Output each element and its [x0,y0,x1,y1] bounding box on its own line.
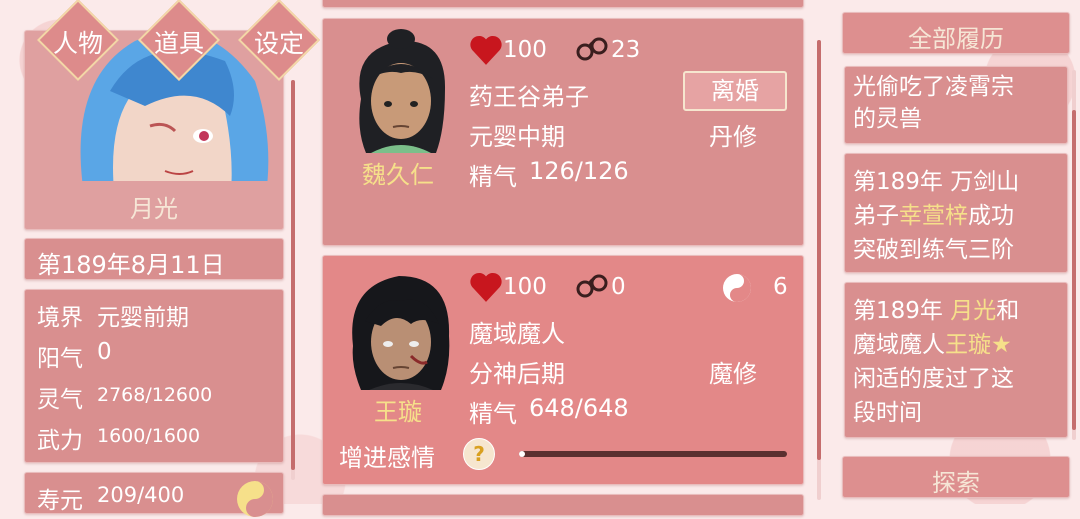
spirit-label: 灵气 [37,387,83,413]
spirit-value: 2768/12600 [97,384,213,406]
handcuffs-icon [576,37,608,61]
yin-yang-icon [237,481,273,517]
affection-label: 增进感情 [339,444,435,472]
character-name-link: 幸萱梓 [899,203,968,229]
yang-value: 0 [97,339,112,365]
character-name-link: 王璇★ [945,332,1012,358]
history-entry-2-line1: 第189年 万剑山 [853,169,1020,195]
companion-2-hp: 100 [503,274,547,300]
history-header[interactable]: 全部履历 [842,12,1070,54]
card-top-edge [322,0,804,8]
nav-characters-button[interactable]: 人物 [33,24,123,60]
nav-settings-button[interactable]: 设定 [234,24,324,60]
current-date: 第189年8月11日 [37,251,225,279]
companion-1-bond: 23 [611,37,641,63]
companion-1-essence-value: 126/126 [529,157,629,185]
yin-yang-icon [723,274,751,302]
lifespan-label: 寿元 [37,488,83,514]
nav-items-button[interactable]: 道具 [134,24,224,60]
companion-2-essence-label: 精气 [469,400,517,428]
history-text: 魔域魔人 [853,332,945,358]
yang-label: 阳气 [37,346,83,372]
card-bottom-edge [322,494,804,516]
history-entry-2: 第189年 万剑山 弟子幸萱梓成功 突破到练气三阶 [844,153,1068,273]
explore-button[interactable]: 探索 [842,456,1070,498]
companion-1-stage: 元婴中期 [469,123,565,151]
companion-2-yin-yang-value: 6 [773,274,788,300]
character-name-link: 月光 [950,298,997,324]
affection-slider[interactable] [519,451,787,457]
history-text: 成功 [968,203,1014,229]
divorce-button-label: 离婚 [711,77,759,105]
force-value: 1600/1600 [97,425,201,447]
lifespan-panel: 寿元 209/400 [24,472,284,517]
companion-2-identity: 魔域魔人 [469,320,565,348]
heart-icon [470,35,502,65]
companion-2-bond: 0 [611,274,626,300]
companion-2-essence-value: 648/648 [529,394,629,422]
history-entry-1: 光偷吃了凌霄宗 的灵兽 [844,66,1068,144]
companion-2-name: 王璇 [374,398,422,426]
handcuffs-icon [576,274,608,298]
realm-value: 元婴前期 [97,305,189,331]
history-entry-3-line1: 第189年 月光和 [853,291,1019,325]
realm-label: 境界 [37,305,83,331]
companion-1-name: 魏久仁 [362,161,434,189]
left-scrollbar-thumb[interactable] [291,80,295,470]
player-name: 月光 [130,195,178,223]
history-entry-3-line3: 闲适的度过了这 [853,366,1014,392]
history-entry-3-line2: 魔域魔人王璇★ [853,325,1012,359]
companion-1-essence-label: 精气 [469,163,517,191]
companion-1-identity: 药王谷弟子 [469,83,589,111]
companion-1-portrait [359,29,446,153]
companion-2-portrait [352,276,450,390]
stats-panel: 境界 元婴前期 阳气 0 灵气 2768/12600 武力 1600/1600 [24,289,284,463]
help-button[interactable]: ? [463,438,495,470]
lifespan-value: 209/400 [97,483,185,507]
history-entry-1-line2: 的灵兽 [853,106,922,132]
history-text: 弟子 [853,203,899,229]
companion-2-path: 魔修 [709,360,757,388]
history-title: 全部履历 [908,25,1004,53]
history-entry-2-line2: 弟子幸萱梓成功 [853,196,1014,230]
history-entry-2-line3: 突破到练气三阶 [853,237,1014,263]
heart-icon [470,272,502,302]
right-scrollbar-thumb[interactable] [1072,110,1076,430]
explore-button-label: 探索 [932,469,980,497]
companion-2-stage: 分神后期 [469,360,565,388]
history-entry-1-line1: 光偷吃了凌霄宗 [853,74,1014,100]
history-text: 第189年 [853,298,951,324]
middle-scrollbar-thumb[interactable] [817,40,821,460]
companion-card-1[interactable]: 魏久仁 100 23 药王谷弟子 离婚 元婴中期 丹修 精气 126/126 [322,18,804,246]
history-entry-3: 第189年 月光和 魔域魔人王璇★ 闲适的度过了这 段时间 [844,282,1068,438]
date-panel: 第189年8月11日 [24,238,284,280]
history-text: 和 [996,298,1020,324]
history-entry-3-line4: 段时间 [853,400,922,426]
help-icon: ? [473,442,485,466]
force-label: 武力 [37,428,83,454]
divorce-button[interactable]: 离婚 [683,71,787,111]
companion-1-hp: 100 [503,37,547,63]
companion-1-path: 丹修 [709,123,757,151]
companion-card-2[interactable]: 王璇 100 0 6 魔域魔人 分神后期 魔修 精气 648/648 增进感情 … [322,255,804,485]
affection-slider-fill [519,451,525,457]
